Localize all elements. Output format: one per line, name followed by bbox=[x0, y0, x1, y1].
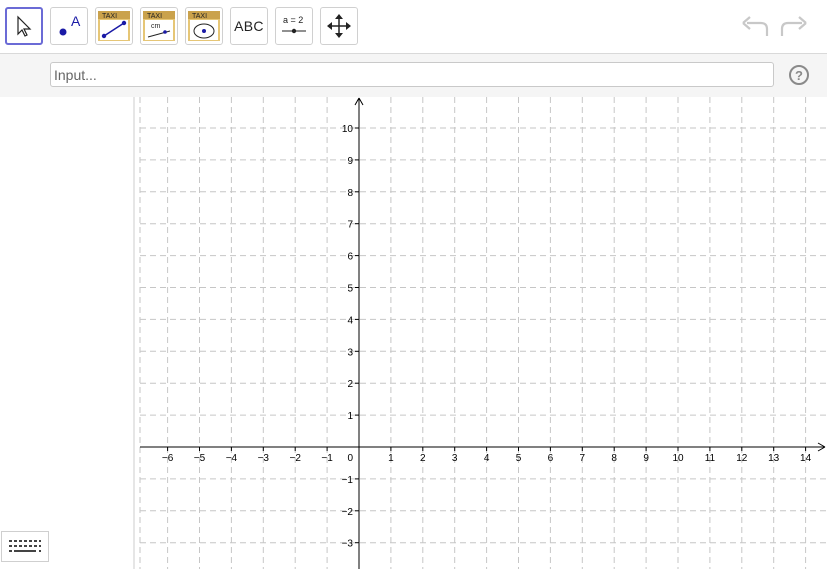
coordinate-plane[interactable]: −6 −5 −4 −3 −2 −1 1 2 3 4 5 6 7 8 9 10 11 12 13 14109876543… bbox=[135, 97, 827, 569]
x-tick-label: 7 bbox=[580, 453, 586, 464]
keyboard-icon bbox=[9, 539, 41, 552]
x-tick-label: 10 bbox=[672, 453, 684, 464]
slider-icon: a = 2 bbox=[282, 15, 306, 34]
y-tick-label: 9 bbox=[347, 156, 353, 167]
taxi-segment-tool-button[interactable]: TAXI bbox=[95, 7, 133, 45]
svg-text:cm: cm bbox=[151, 23, 161, 30]
x-tick-label: −3 bbox=[258, 453, 270, 464]
point-tool-button[interactable]: A bbox=[50, 7, 88, 45]
taxi-segment-icon: TAXI bbox=[98, 11, 130, 41]
text-tool-label: ABC bbox=[234, 18, 264, 34]
taxi-circle-tool-button[interactable]: TAXI bbox=[185, 7, 223, 45]
x-tick-label: 1 bbox=[388, 453, 394, 464]
x-tick-label: −1 bbox=[321, 453, 333, 464]
svg-text:a = 2: a = 2 bbox=[283, 15, 303, 25]
redo-button[interactable] bbox=[778, 12, 808, 42]
point-icon: A bbox=[59, 13, 81, 36]
x-tick-label: 5 bbox=[516, 453, 522, 464]
taxi-distance-icon: TAXI cm bbox=[143, 11, 175, 41]
redo-icon bbox=[780, 16, 807, 36]
x-tick-label: 14 bbox=[800, 453, 812, 464]
input-bar bbox=[0, 54, 827, 97]
input-field[interactable] bbox=[50, 62, 774, 87]
y-tick-label: 1 bbox=[347, 411, 353, 422]
graphics-view[interactable]: −6 −5 −4 −3 −2 −1 1 2 3 4 5 6 7 8 9 10 11 12 13 14 10 9 8 7 6 5 4 3… bbox=[135, 97, 827, 569]
undo-button[interactable] bbox=[741, 12, 771, 42]
origin-label: 0 bbox=[347, 453, 353, 464]
y-tick-label: 8 bbox=[347, 188, 353, 199]
y-tick-label: 4 bbox=[347, 315, 353, 326]
text-tool-button[interactable]: ABC bbox=[230, 7, 268, 45]
x-tick-label: 8 bbox=[611, 453, 617, 464]
move-graphics-view-tool-button[interactable] bbox=[320, 7, 358, 45]
toolbar: A TAXI TAXI cm TAXI ABC a = 2 bbox=[0, 0, 827, 54]
x-tick-label: −4 bbox=[226, 453, 238, 464]
y-tick-label: −3 bbox=[342, 539, 354, 550]
x-tick-label: 13 bbox=[768, 453, 780, 464]
svg-text:TAXI: TAXI bbox=[147, 13, 162, 20]
keyboard-button[interactable] bbox=[1, 531, 49, 562]
move-arrows-icon bbox=[327, 14, 351, 38]
x-tick-label: −5 bbox=[194, 453, 206, 464]
y-tick-label: −1 bbox=[342, 475, 354, 486]
svg-text:A: A bbox=[71, 13, 81, 29]
help-icon[interactable]: ? bbox=[789, 65, 809, 85]
taxi-distance-tool-button[interactable]: TAXI cm bbox=[140, 7, 178, 45]
algebra-view[interactable] bbox=[0, 97, 133, 569]
y-tick-label: 6 bbox=[347, 252, 353, 263]
taxi-circle-icon: TAXI bbox=[188, 11, 220, 41]
x-tick-label: −6 bbox=[162, 453, 174, 464]
svg-text:TAXI: TAXI bbox=[102, 13, 117, 20]
move-tool-button[interactable] bbox=[5, 7, 43, 45]
x-tick-label: 3 bbox=[452, 453, 458, 464]
svg-text:TAXI: TAXI bbox=[192, 13, 207, 20]
undo-icon bbox=[742, 16, 769, 36]
x-tick-label: 9 bbox=[643, 453, 649, 464]
x-tick-label: −2 bbox=[289, 453, 301, 464]
y-tick-label: −2 bbox=[342, 507, 354, 518]
y-tick-label: 2 bbox=[347, 379, 353, 390]
y-tick-label: 3 bbox=[347, 347, 353, 358]
arrow-cursor-icon bbox=[17, 15, 32, 37]
x-tick-label: 6 bbox=[548, 453, 554, 464]
x-tick-label: 2 bbox=[420, 453, 426, 464]
x-tick-label: 12 bbox=[736, 453, 748, 464]
y-tick-label: 10 bbox=[342, 124, 354, 135]
slider-tool-button[interactable]: a = 2 bbox=[275, 7, 313, 45]
x-tick-label: 4 bbox=[484, 453, 490, 464]
y-tick-label: 7 bbox=[347, 220, 353, 231]
x-tick-label: 11 bbox=[705, 453, 716, 464]
y-tick-label: 5 bbox=[347, 284, 353, 295]
